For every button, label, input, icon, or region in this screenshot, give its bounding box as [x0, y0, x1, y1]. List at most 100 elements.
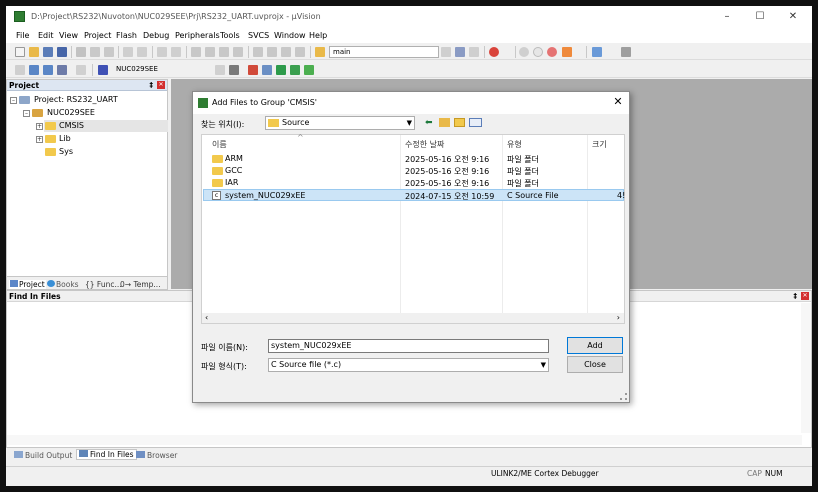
expand-icon[interactable]: +	[36, 123, 43, 130]
close-button[interactable]: Close	[567, 356, 623, 373]
bookmark-icon[interactable]	[191, 47, 201, 57]
new-folder-icon[interactable]	[454, 118, 465, 127]
target-node[interactable]: NUC029SEE	[47, 108, 95, 117]
file-type-select[interactable]: C Source file (*.c) ▼	[268, 358, 549, 372]
debug-start-icon[interactable]	[489, 47, 499, 57]
tab-browser[interactable]: Browser	[136, 451, 177, 460]
column-size[interactable]: 크기	[592, 139, 607, 150]
go-back-icon[interactable]: ⬅	[425, 118, 433, 128]
target-options-icon[interactable]	[229, 65, 239, 75]
save-icon[interactable]	[43, 47, 53, 57]
find-icon[interactable]	[455, 47, 465, 57]
menu-file[interactable]: File	[16, 31, 29, 40]
vertical-scrollbar[interactable]	[801, 303, 811, 433]
horizontal-scrollbar[interactable]: ‹ ›	[202, 313, 624, 323]
stop-build-icon[interactable]	[76, 65, 86, 75]
cut-icon[interactable]	[76, 47, 86, 57]
tools-wrench-icon[interactable]	[621, 47, 631, 57]
tab-find-in-files[interactable]: Find In Files	[76, 449, 137, 460]
download-icon[interactable]	[98, 65, 108, 75]
tab-templates[interactable]: 0→ Temp...	[120, 280, 161, 289]
file-row[interactable]: GCC 2025-05-16 오전 9:16 파일 폴더	[203, 165, 624, 177]
file-name-input[interactable]: system_NUC029xEE	[268, 339, 549, 353]
prev-bookmark-icon[interactable]	[205, 47, 215, 57]
view-menu-icon[interactable]	[469, 118, 482, 127]
tab-books[interactable]: Books	[47, 280, 79, 289]
menu-flash[interactable]: Flash	[116, 31, 137, 40]
disable-breakpoint-icon[interactable]	[533, 47, 543, 57]
find-in-files-icon[interactable]	[315, 47, 325, 57]
tab-project[interactable]: Project	[9, 280, 46, 289]
window-layout-icon[interactable]	[592, 47, 602, 57]
rebuild-icon[interactable]	[43, 65, 53, 75]
menu-window[interactable]: Window	[274, 31, 306, 40]
menu-project[interactable]: Project	[84, 31, 111, 40]
scroll-left-icon[interactable]: ‹	[205, 313, 208, 322]
menu-tools[interactable]: Tools	[220, 31, 240, 40]
resize-grip[interactable]	[620, 393, 627, 400]
nav-back-icon[interactable]	[157, 47, 167, 57]
unindent-icon[interactable]	[267, 47, 277, 57]
menu-view[interactable]: View	[59, 31, 78, 40]
column-name[interactable]: 이름	[212, 139, 227, 150]
open-folder-icon[interactable]	[29, 47, 39, 57]
build-icon[interactable]	[29, 65, 39, 75]
undo-icon[interactable]	[123, 47, 133, 57]
indent-icon[interactable]	[253, 47, 263, 57]
clear-bookmarks-icon[interactable]	[233, 47, 243, 57]
dialog-close-icon[interactable]: ✕	[611, 95, 625, 108]
copy-icon[interactable]	[90, 47, 100, 57]
breakpoint-icon[interactable]	[519, 47, 529, 57]
translate-icon[interactable]	[15, 65, 25, 75]
tab-functions[interactable]: {} Func...	[85, 280, 122, 289]
file-row[interactable]: IAR 2025-05-16 오전 9:16 파일 폴더	[203, 177, 624, 189]
manage-project-icon[interactable]	[248, 65, 258, 75]
menu-debug[interactable]: Debug	[143, 31, 169, 40]
pin-icon[interactable]: ‡	[150, 80, 154, 91]
incremental-find-icon[interactable]	[469, 47, 479, 57]
nav-forward-icon[interactable]	[171, 47, 181, 57]
column-date[interactable]: 수정한 날짜	[405, 139, 444, 150]
look-in-select[interactable]: Source ▼	[265, 116, 415, 130]
tab-build-output[interactable]: Build Output	[14, 451, 72, 460]
next-bookmark-icon[interactable]	[219, 47, 229, 57]
menu-peripherals[interactable]: Peripherals	[175, 31, 220, 40]
maximize-button[interactable]: ☐	[749, 9, 771, 25]
combo-dropdown-icon[interactable]	[441, 47, 451, 57]
column-type[interactable]: 유형	[507, 139, 522, 150]
file-row[interactable]: ARM 2025-05-16 오전 9:16 파일 폴더	[203, 153, 624, 165]
group-cmsis[interactable]: CMSIS	[59, 121, 84, 130]
scroll-right-icon[interactable]: ›	[617, 313, 620, 322]
pin-icon[interactable]: ‡	[794, 291, 798, 302]
redo-icon[interactable]	[137, 47, 147, 57]
new-file-icon[interactable]	[15, 47, 25, 57]
paste-icon[interactable]	[104, 47, 114, 57]
menu-help[interactable]: Help	[309, 31, 327, 40]
manage-packs-icon[interactable]	[276, 65, 286, 75]
add-button[interactable]: Add	[567, 337, 623, 354]
close-pane-icon[interactable]: ✕	[801, 292, 809, 300]
close-pane-icon[interactable]: ✕	[157, 81, 165, 89]
file-row-selected[interactable]: c system_NUC029xEE 2024-07-15 오전 10:59 C…	[203, 189, 625, 201]
select-packs-icon[interactable]	[290, 65, 300, 75]
minimize-button[interactable]: –	[716, 9, 738, 25]
run-time-env-icon[interactable]	[304, 65, 314, 75]
collapse-icon[interactable]: –	[10, 97, 17, 104]
target-select[interactable]: NUC029SEE	[113, 64, 213, 76]
find-combo[interactable]: main	[329, 46, 439, 58]
group-sys[interactable]: Sys	[59, 147, 73, 156]
menu-edit[interactable]: Edit	[38, 31, 54, 40]
target-dropdown-icon[interactable]	[215, 65, 225, 75]
project-root[interactable]: Project: RS232_UART	[34, 95, 118, 104]
collapse-icon[interactable]: –	[23, 110, 30, 117]
comment-icon[interactable]	[281, 47, 291, 57]
menu-svcs[interactable]: SVCS	[248, 31, 269, 40]
group-lib[interactable]: Lib	[59, 134, 71, 143]
up-folder-icon[interactable]	[439, 118, 450, 127]
file-extensions-icon[interactable]	[262, 65, 272, 75]
config-icon[interactable]	[562, 47, 572, 57]
close-window-button[interactable]: ✕	[782, 9, 804, 25]
kill-breakpoints-icon[interactable]	[547, 47, 557, 57]
batch-build-icon[interactable]	[57, 65, 67, 75]
horizontal-scrollbar[interactable]	[7, 435, 802, 445]
